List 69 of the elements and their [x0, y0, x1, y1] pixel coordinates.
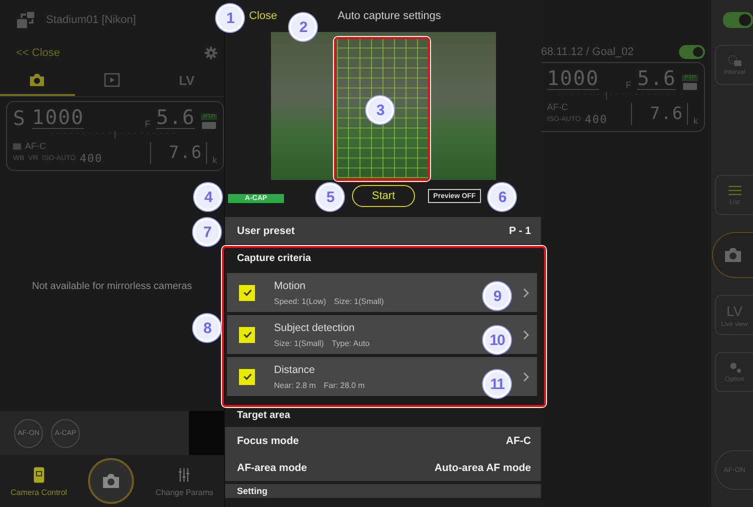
metering-icon [13, 142, 21, 150]
play-icon [103, 73, 121, 87]
checkbox[interactable] [239, 284, 255, 300]
criteria-title: Distance [274, 364, 316, 376]
battery-icon [202, 122, 216, 129]
timer-camera-icon [726, 54, 742, 67]
chevron-right-icon [523, 330, 529, 340]
shutter-value: 1000 [547, 67, 600, 90]
shutter-button[interactable] [712, 232, 753, 278]
row-label: AF-area mode [237, 462, 308, 474]
unavailable-message: Not available for mirrorless cameras [32, 280, 192, 292]
toggle-switch[interactable] [679, 45, 705, 59]
bottom-tab[interactable]: Change Params [156, 466, 214, 496]
check-icon [242, 287, 252, 298]
focus-mode-value: AF-C [547, 102, 569, 112]
shutter-value: 1000 [32, 106, 84, 129]
shutter-button[interactable] [88, 458, 134, 504]
criteria-detail: Speed: 1(Low) [274, 296, 326, 306]
chevron-right-icon [523, 288, 529, 298]
close-link[interactable]: Close [249, 10, 278, 22]
row-value: Auto-area AF mode [434, 462, 531, 474]
row-label: User preset [237, 224, 295, 236]
remaining-shots: 7.6 [630, 103, 688, 125]
remaining-unit: k [694, 116, 698, 126]
section-header: Capture criteria [237, 253, 311, 264]
battery-icon [683, 83, 698, 90]
bottom-tab[interactable]: Camera Control [10, 466, 68, 496]
focus-mode-value: AF-C [25, 141, 46, 151]
sliders-icon [178, 466, 190, 484]
iso-value: 400 [584, 113, 608, 126]
row-label: Focus mode [237, 434, 299, 446]
list-icon [726, 184, 742, 197]
dialog-title: Auto capture settings [338, 10, 441, 22]
criteria-detail: Size: 1(Small) [334, 296, 384, 306]
camera-icon [101, 473, 122, 489]
remaining-unit: k [212, 155, 217, 165]
remaining-shots: 7.6 [150, 142, 206, 164]
setting-row[interactable]: Setting [225, 484, 541, 498]
criteria-detail: Type: Auto [332, 338, 370, 348]
check-icon [242, 371, 252, 382]
row-value: P - 1 [509, 224, 531, 236]
phone-camera-icon [32, 466, 45, 484]
close-link[interactable]: << Close [16, 47, 60, 59]
aperture-prefix: F [626, 80, 632, 90]
mode-tab[interactable]: LV [149, 66, 224, 96]
criteria-title: Subject detection [274, 322, 356, 334]
criteria-detail: Far: 28.0 m [324, 380, 365, 390]
camera-icon [723, 247, 743, 263]
aperture-value: 5.6 [156, 106, 196, 129]
iso-value: 400 [80, 152, 103, 165]
mode-value: S [13, 107, 26, 129]
aperture-prefix: F [144, 119, 150, 129]
check-icon [242, 329, 252, 340]
row-value: AF-C [506, 434, 531, 446]
criteria-title: Motion [274, 280, 307, 292]
row-label: Setting [237, 486, 268, 496]
start-button[interactable]: Start [352, 185, 415, 207]
checkbox[interactable] [239, 326, 255, 342]
chevron-right-icon [523, 372, 529, 382]
toggle-switch[interactable] [723, 12, 753, 28]
file-name: 68.11.12 / Goal_02 [541, 46, 634, 58]
camera-icon [28, 73, 46, 87]
aperture-value: 5.6 [637, 67, 676, 90]
criteria-detail: Near: 2.8 m [274, 380, 316, 390]
section-header: Target area [237, 410, 290, 420]
camera-name: Stadium01 [Nikon] [46, 14, 136, 26]
criteria-detail: Size: 1(Small) [274, 338, 324, 348]
user-preset-row[interactable]: User preset P - 1 [225, 217, 541, 244]
checkbox[interactable] [239, 368, 255, 384]
